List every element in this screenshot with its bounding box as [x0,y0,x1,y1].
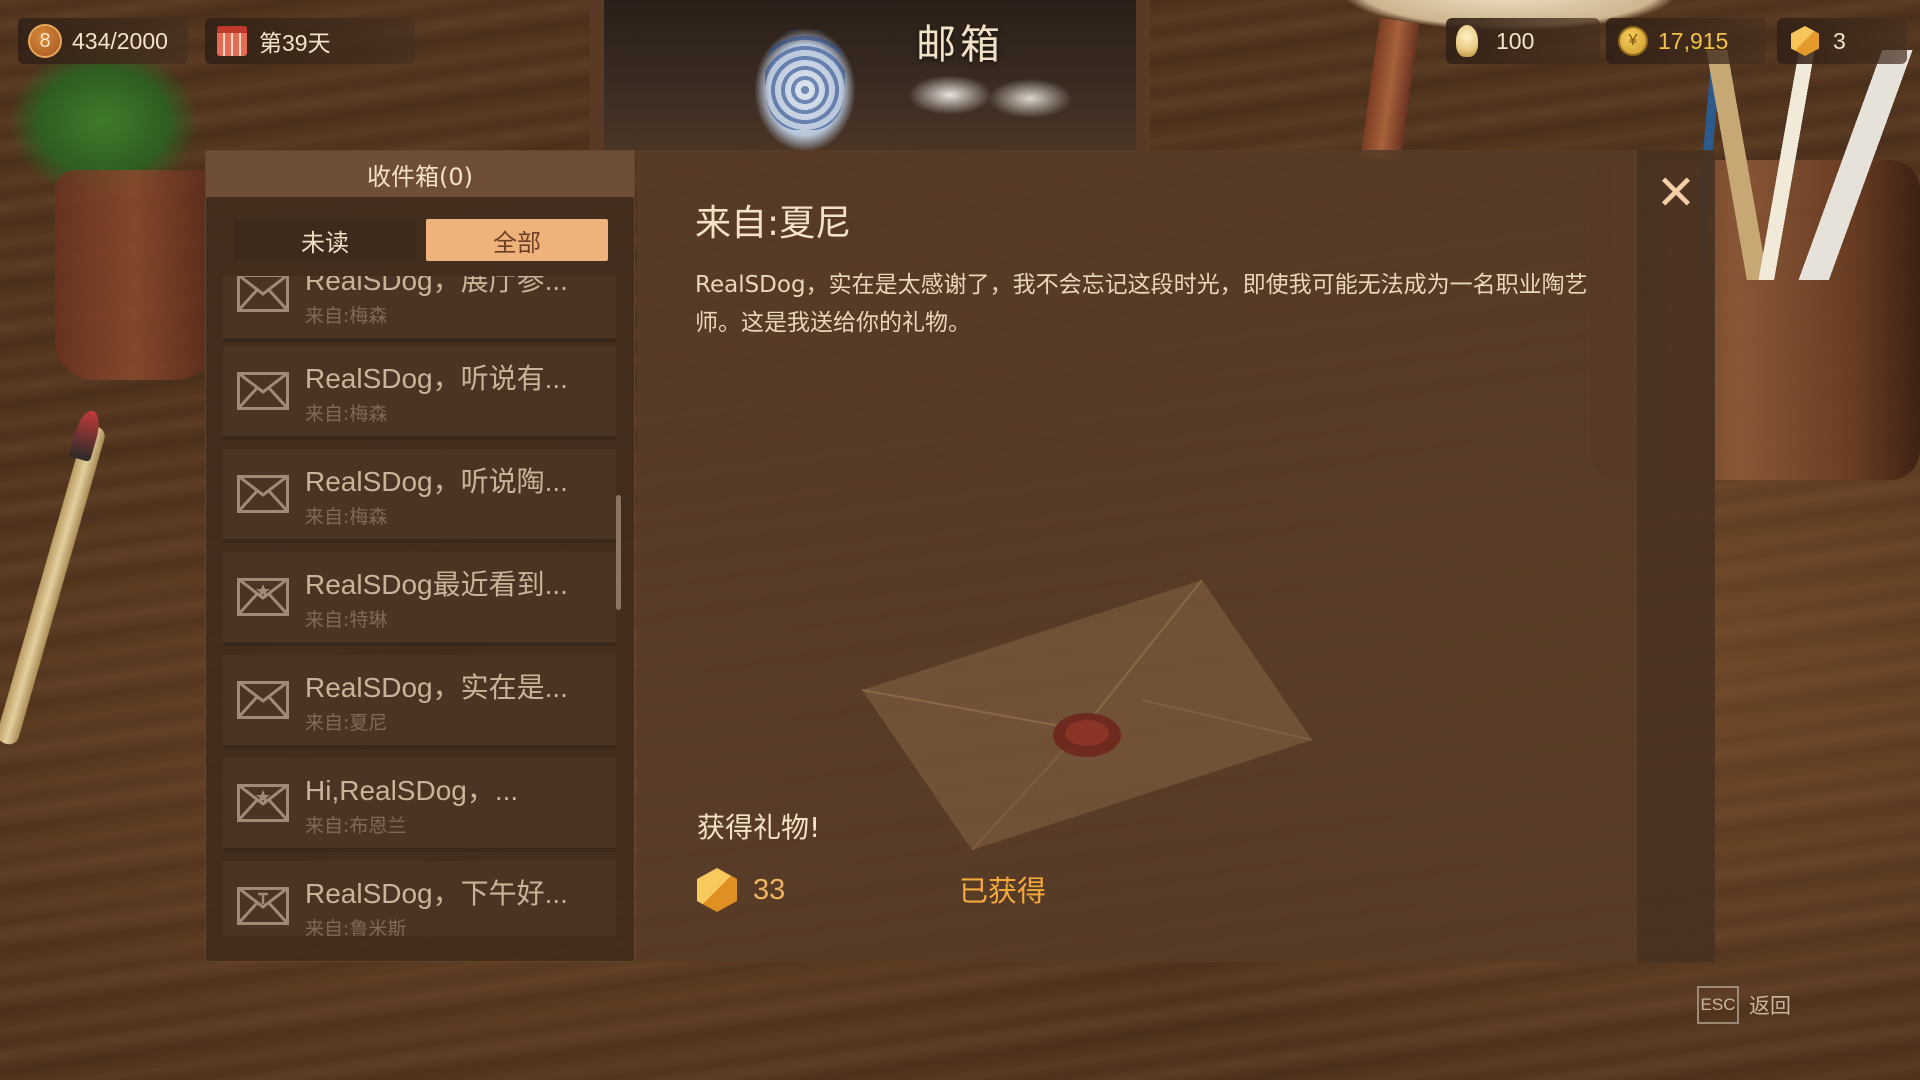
mail-sender: 来自:鲁米斯 [305,917,407,937]
pottery-tools [1700,50,1920,280]
mail-text: Hi,RealSDog，... 来自:布恩兰 [305,769,518,838]
envelope-t-icon [237,887,289,925]
mail-subject: RealSDog，下午好... [305,877,568,909]
mail-item[interactable]: RealSDog，听说有... 来自:梅森 [223,346,616,440]
mail-text: RealSDog，实在是... 来自:夏尼 [305,666,568,735]
esc-back-button[interactable]: ESC 返回 [1697,986,1791,1024]
coin-display: ¥ 17,915 [1606,18,1766,64]
inbox-tabs: 未读 全部 [234,219,608,261]
mail-item[interactable]: RealSDog，下午好... 来自:鲁米斯 [223,861,616,936]
mail-item[interactable]: RealSDog，实在是... 来自:夏尼 [223,655,616,749]
mail-item[interactable]: RealSDog最近看到... 来自:特琳 [223,552,616,646]
potted-plant [0,30,230,260]
mail-item[interactable]: RealSDog，听说陶... 来自:梅森 [223,449,616,543]
cube-icon [697,868,737,912]
mail-subject: RealSDog，展厅参... [305,276,568,296]
envelope-icon [237,475,289,513]
mail-detail-panel: ✕ 来自:夏尼 RealSDog，实在是太感谢了，我不会忘记这段时光，即使我可能… [637,150,1715,962]
cube-icon [1791,26,1819,56]
mail-sender: 来自:梅森 [305,505,388,528]
tab-all[interactable]: 全部 [426,219,608,261]
mail-sender: 来自:特琳 [305,608,388,631]
vase-pattern [765,30,845,130]
inspiration-display: 100 [1446,18,1600,64]
close-icon[interactable]: ✕ [1653,169,1699,217]
detail-shade [1637,150,1715,962]
esc-key-icon: ESC [1697,986,1739,1024]
exp-value: 434/2000 [72,27,168,54]
gift-count: 33 [753,873,786,906]
inbox-header: 收件箱(0) [206,151,634,197]
cube-display: 3 [1777,18,1907,64]
gift-title: 获得礼物! [697,811,821,844]
day-display: 第39天 [205,18,415,64]
paint-brush [0,423,108,747]
envelope-icon [237,372,289,410]
envelope-star-icon [237,784,289,822]
mail-text: RealSDog，听说陶... 来自:梅森 [305,460,568,529]
mail-subject: RealSDog，听说有... [305,362,568,394]
mail-sender: 来自:布恩兰 [305,814,407,837]
level-exp-display: 8 434/2000 [18,18,188,64]
mail-subject: RealSDog，听说陶... [305,465,568,497]
background-shelf [590,0,1150,150]
mail-item[interactable]: Hi,RealSDog，... 来自:布恩兰 [223,758,616,852]
table-leg [1360,17,1420,163]
mail-subject: RealSDog最近看到... [305,568,568,600]
envelope-star-icon [237,578,289,616]
porcelain-vase [730,0,880,150]
mail-detail-body: RealSDog，实在是太感谢了，我不会忘记这段时光，即使我可能无法成为一名职业… [695,272,1588,336]
level-badge-icon: 8 [28,24,62,58]
sealed-envelope-icon [861,579,1313,851]
inspiration-value: 100 [1496,27,1535,54]
mail-item[interactable]: RealSDog，展厅参... 来自:梅森 [223,276,616,342]
mail-subject: Hi,RealSDog，... [305,774,519,806]
mail-sender: 来自:梅森 [305,402,388,425]
background-bowls [890,60,1090,130]
mail-text: RealSDog，听说有... 来自:梅森 [305,357,568,426]
tab-unread[interactable]: 未读 [234,219,416,261]
mail-subject: RealSDog，实在是... [305,671,568,703]
envelope-icon [237,276,289,312]
mail-text: RealSDog，展厅参... 来自:梅森 [305,276,568,328]
day-value: 第39天 [259,30,331,56]
mail-sender: 来自:夏尼 [305,711,388,734]
coin-icon: ¥ [1618,26,1648,56]
mail-list-scrollbar[interactable] [616,495,621,610]
gift-reward: 33 [697,868,785,912]
coin-value: 17,915 [1658,27,1729,54]
cube-value: 3 [1833,27,1846,54]
lightbulb-icon [1456,25,1478,57]
back-label: 返回 [1749,994,1791,1018]
calendar-icon [217,26,247,56]
gift-status: 已获得 [959,874,1047,908]
envelope-icon [237,681,289,719]
mail-list: RealSDog，展厅参... 来自:梅森 RealSDog，听说有... 来自… [223,276,619,936]
mail-text: RealSDog，下午好... 来自:鲁米斯 [305,872,568,937]
mail-detail-sender: 来自:夏尼 [695,203,852,244]
mail-text: RealSDog最近看到... 来自:特琳 [305,563,568,632]
screen-title: 邮箱 [916,22,1004,68]
mail-sender: 来自:梅森 [305,304,388,327]
flower-pot [55,170,215,380]
paint-brush-tip [68,407,104,463]
